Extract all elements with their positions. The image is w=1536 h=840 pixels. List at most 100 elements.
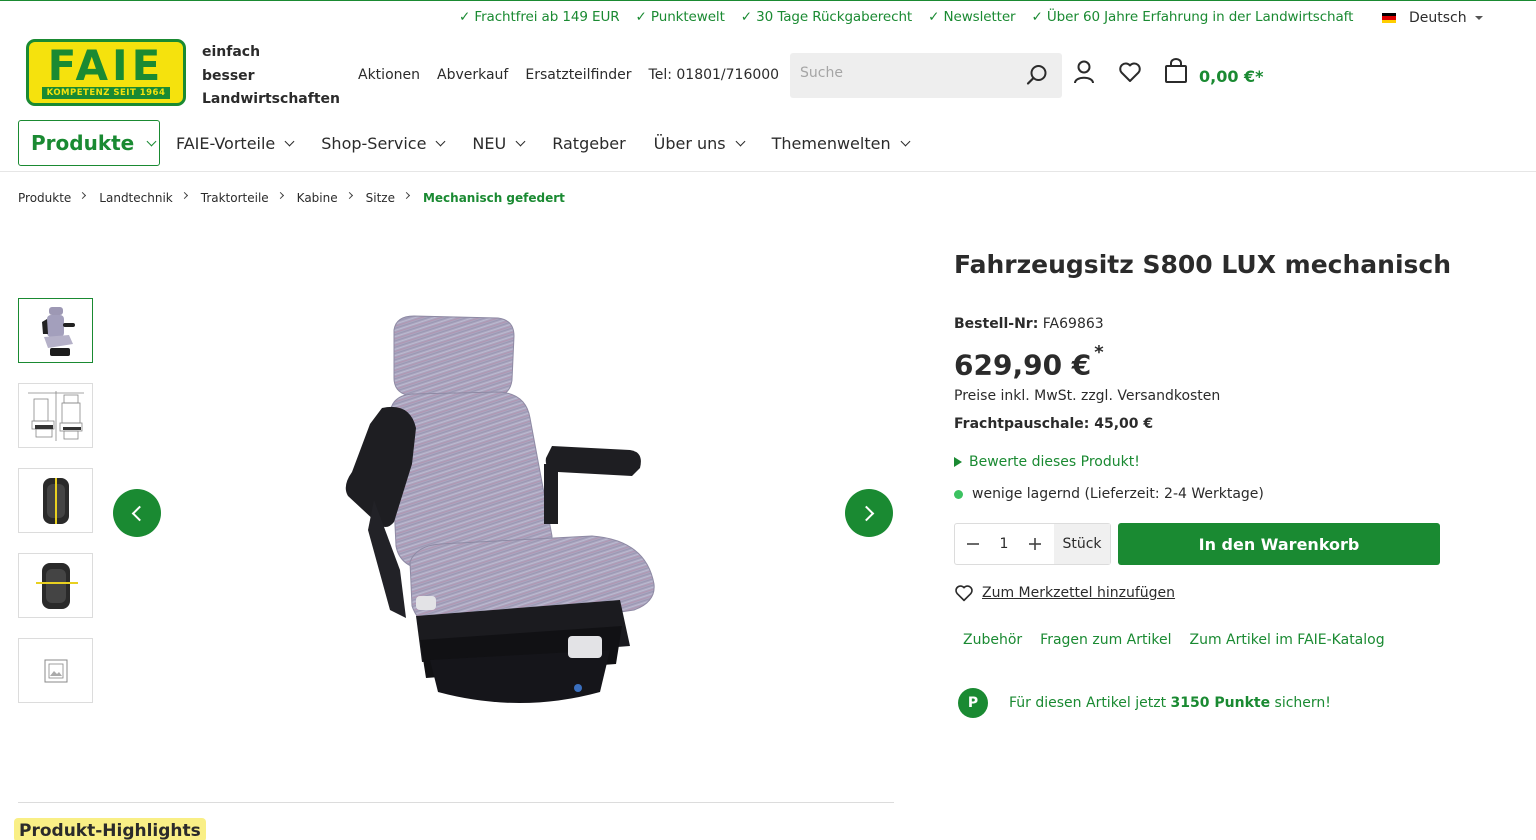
heart-icon [955, 585, 973, 602]
cart-total[interactable]: 0,00 €* [1199, 67, 1264, 86]
usp-item[interactable]: ✓ Frachtfrei ab 149 EUR [459, 9, 620, 25]
nav-label: Über uns [653, 133, 726, 153]
chevron-right-icon [858, 505, 875, 521]
nav-divider [0, 171, 1536, 172]
nav-products-button[interactable]: Produkte [18, 120, 160, 166]
usp-item[interactable]: ✓ Punktewelt [636, 9, 725, 25]
nav-label: Ratgeber [552, 133, 626, 153]
points-suffix: sichern! [1274, 695, 1331, 711]
nav-products-label: Produkte [31, 131, 135, 155]
german-flag-icon [1382, 13, 1396, 23]
thumbnail-document[interactable] [18, 638, 93, 703]
logo-subtitle: KOMPETENZ SEIT 1964 [41, 87, 171, 99]
slogan-line: besser [202, 67, 255, 84]
breadcrumb-item[interactable]: Sitze [366, 191, 395, 205]
account-icon[interactable] [1073, 60, 1095, 88]
breadcrumb-item[interactable]: Kabine [297, 191, 338, 205]
nav-label: NEU [472, 133, 507, 153]
increase-quantity-button[interactable] [1017, 524, 1053, 564]
order-number-value: FA69863 [1042, 316, 1104, 332]
language-selector[interactable]: Deutsch [1382, 10, 1483, 26]
triangle-right-icon [954, 457, 962, 467]
add-to-wishlist-link[interactable]: Zum Merkzettel hinzufügen [954, 584, 1175, 602]
quantity-unit: Stück [1054, 524, 1110, 564]
order-number-label: Bestell-Nr: [954, 316, 1039, 332]
chevron-right-icon [79, 191, 87, 199]
thumbnail-technical-drawing[interactable] [18, 383, 93, 448]
gallery-prev-button[interactable] [113, 489, 161, 537]
cart-icon[interactable] [1164, 58, 1188, 88]
chevron-down-icon [435, 136, 446, 146]
link-abverkauf[interactable]: Abverkauf [437, 67, 508, 83]
link-ersatzteilfinder[interactable]: Ersatzteilfinder [525, 67, 631, 83]
points-prefix: Für diesen Artikel jetzt [1009, 695, 1167, 711]
product-price: 629,90 € * [954, 342, 1104, 382]
link-phone[interactable]: Tel: 01801/716000 [649, 67, 780, 83]
main-navigation: Produkte FAIE-Vorteile Shop-Service NEU … [18, 120, 921, 166]
breadcrumb-current[interactable]: Mechanisch gefedert [423, 191, 565, 205]
add-to-cart-button[interactable]: In den Warenkorb [1118, 523, 1440, 565]
chevron-down-icon [900, 136, 911, 146]
service-links: Aktionen Abverkauf Ersatzteilfinder Tel:… [358, 67, 779, 83]
usp-item[interactable]: ✓ Über 60 Jahre Erfahrung in der Landwir… [1032, 9, 1354, 25]
quantity-stepper: 1 Stück [954, 523, 1111, 565]
thumbnail-seat-front[interactable] [18, 298, 93, 363]
price-footnote-star: * [1094, 342, 1104, 363]
tab-fragen[interactable]: Fragen zum Artikel [1031, 632, 1180, 648]
nav-label: Shop-Service [321, 133, 427, 153]
points-badge-icon: P [958, 688, 988, 718]
product-tabs: Zubehör Fragen zum Artikel Zum Artikel i… [954, 632, 1394, 648]
search-input[interactable] [800, 65, 1020, 81]
thumbnail-seat-back[interactable] [18, 468, 93, 533]
product-image-seat [345, 315, 655, 703]
stock-status: wenige lagernd (Lieferzeit: 2-4 Werktage… [954, 486, 1264, 502]
product-highlights-heading: Produkt-Highlights [14, 818, 206, 840]
freight-flat-rate: Frachtpauschale: 45,00 € [954, 416, 1154, 432]
chevron-down-icon [515, 136, 526, 146]
tab-zubehoer[interactable]: Zubehör [954, 632, 1031, 648]
slogan-line: einfach [202, 44, 261, 60]
caret-down-icon [1474, 16, 1483, 20]
chevron-down-icon [284, 136, 295, 146]
product-title: Fahrzeugsitz S800 LUX mechanisch [954, 250, 1452, 279]
points-value: 3150 Punkte [1170, 695, 1271, 711]
stock-indicator-dot [954, 489, 963, 499]
tab-katalog[interactable]: Zum Artikel im FAIE-Katalog [1181, 632, 1394, 648]
wishlist-label: Zum Merkzettel hinzufügen [982, 585, 1176, 601]
chevron-right-icon [402, 191, 411, 199]
usp-item[interactable]: ✓ Newsletter [928, 9, 1015, 25]
usp-bar: ✓ Frachtfrei ab 149 EUR ✓ Punktewelt ✓ 3… [459, 9, 1353, 25]
stock-text: wenige lagernd (Lieferzeit: 2-4 Werktage… [972, 486, 1264, 502]
slogan: einfach besser Landwirtschaften [202, 41, 340, 112]
plus-icon [1029, 538, 1041, 550]
thumbnail-seat-bottom[interactable] [18, 553, 93, 618]
language-label: Deutsch [1409, 10, 1467, 26]
points-info: P Für diesen Artikel jetzt 3150 Punkte s… [958, 688, 1331, 718]
nav-item-ueber-uns[interactable]: Über uns [653, 133, 746, 153]
nav-label: Themenwelten [771, 133, 891, 153]
nav-item-faie-vorteile[interactable]: FAIE-Vorteile [176, 133, 295, 153]
breadcrumb-item[interactable]: Landtechnik [99, 191, 172, 205]
image-placeholder-icon [44, 659, 67, 682]
chevron-down-icon [735, 136, 746, 146]
nav-item-themenwelten[interactable]: Themenwelten [771, 133, 911, 153]
gallery-next-button[interactable] [845, 489, 893, 537]
quantity-input[interactable]: 1 [991, 536, 1017, 552]
decrease-quantity-button[interactable] [955, 524, 991, 564]
breadcrumb-item[interactable]: Traktorteile [201, 191, 269, 205]
nav-item-shop-service[interactable]: Shop-Service [321, 133, 446, 153]
heart-icon[interactable] [1118, 60, 1142, 88]
search-icon[interactable] [1026, 64, 1048, 90]
nav-item-ratgeber[interactable]: Ratgeber [552, 134, 625, 153]
faie-logo[interactable]: FAIE KOMPETENZ SEIT 1964 [26, 39, 186, 106]
nav-label: FAIE-Vorteile [176, 133, 276, 153]
link-aktionen[interactable]: Aktionen [358, 67, 420, 83]
chevron-right-icon [180, 191, 188, 199]
usp-item[interactable]: ✓ 30 Tage Rückgaberecht [741, 9, 912, 25]
nav-item-neu[interactable]: NEU [472, 133, 526, 153]
breadcrumb-item[interactable]: Produkte [18, 191, 71, 205]
chevron-down-icon [146, 136, 157, 146]
price-value: 629,90 € [954, 348, 1092, 382]
rate-product-link[interactable]: Bewerte dieses Produkt! [954, 454, 1140, 470]
minus-icon [967, 543, 979, 545]
